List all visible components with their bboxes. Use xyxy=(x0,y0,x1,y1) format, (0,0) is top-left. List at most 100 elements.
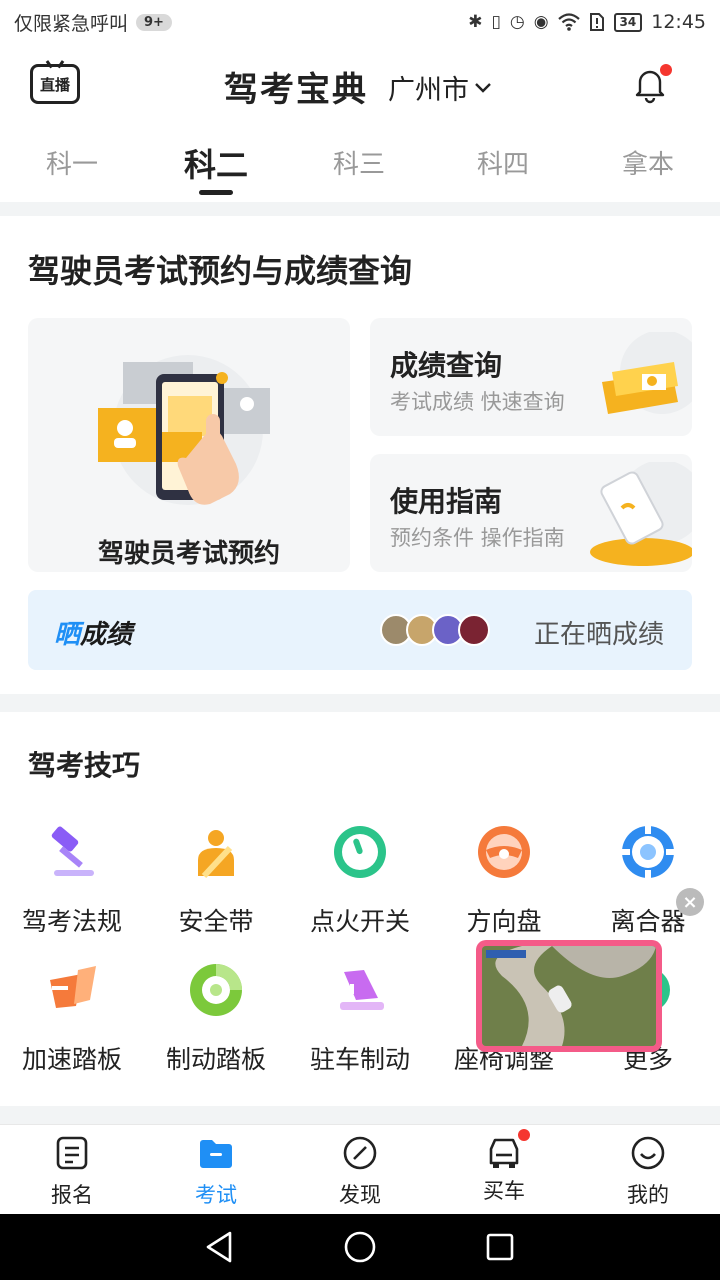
parking-brake-icon xyxy=(340,970,384,1010)
skill-label: 点火开关 xyxy=(309,907,410,936)
nav-label: 我的 xyxy=(627,1183,669,1207)
app-title: 驾考宝典 xyxy=(224,70,368,110)
eye-icon: ◉ xyxy=(533,12,549,32)
video-preview xyxy=(482,946,656,1046)
tab-subject-1[interactable]: 科一 xyxy=(46,144,98,181)
alarm-icon: ◷ xyxy=(509,12,525,32)
score-query-card[interactable]: 成绩查询 考试成绩 快速查询 xyxy=(370,318,692,436)
user-guide-card[interactable]: 使用指南 预约条件 操作指南 xyxy=(370,454,692,572)
phone-booking-illustration xyxy=(98,355,270,505)
live-label: 直播 xyxy=(39,75,70,94)
user-avatars xyxy=(380,614,490,646)
bluetooth-icon: ✱ xyxy=(468,12,483,32)
carrier-info: 仅限紧急呼叫 9+ xyxy=(14,9,172,36)
register-icon xyxy=(56,1136,88,1170)
skill-label: 制动踏板 xyxy=(165,1045,266,1074)
status-bar: 仅限紧急呼叫 9+ ✱ ▯ ◷ ◉ 34 12:45 xyxy=(0,0,720,44)
chevron-down-icon xyxy=(475,82,491,93)
skill-steering-wheel[interactable]: 方向盘 xyxy=(432,822,576,938)
skill-label: 驾考法规 xyxy=(21,907,122,936)
tab-subject-4[interactable]: 科四 xyxy=(477,144,529,181)
brake-icon xyxy=(190,964,242,1016)
nav-exam[interactable]: 考试 xyxy=(144,1135,288,1209)
city-label: 广州市 xyxy=(388,75,469,106)
system-navigation-bar xyxy=(0,1214,720,1280)
nav-profile[interactable]: 我的 xyxy=(576,1135,720,1209)
exam-icon xyxy=(200,1140,232,1168)
city-selector[interactable]: 广州市 xyxy=(388,68,493,107)
skill-parking-brake[interactable]: 驻车制动 xyxy=(288,960,432,1076)
vibrate-icon: ▯ xyxy=(491,12,501,32)
carrier-label: 仅限紧急呼叫 xyxy=(14,12,129,35)
user-guide-subtitle: 预约条件 操作指南 xyxy=(390,526,565,550)
ignition-icon xyxy=(334,826,386,878)
exam-booking-card[interactable]: 驾驶员考试预约 xyxy=(28,318,350,572)
tab-get-license[interactable]: 拿本 xyxy=(622,144,674,181)
subject-tabs: 科一 科二 科三 科四 拿本 xyxy=(0,124,720,202)
car-icon xyxy=(489,1138,519,1168)
exam-booking-label: 驾驶员考试预约 xyxy=(97,539,280,569)
notification-dot xyxy=(660,64,672,76)
status-icons: ✱ ▯ ◷ ◉ 34 12:45 xyxy=(468,11,706,33)
gavel-icon xyxy=(51,826,94,876)
score-query-title: 成绩查询 xyxy=(390,349,503,382)
skill-label: 方向盘 xyxy=(466,907,542,936)
close-float-video-button[interactable]: × xyxy=(676,888,704,916)
share-logo-dark: 成绩 xyxy=(80,620,133,650)
nav-label: 买车 xyxy=(483,1179,525,1203)
nav-register[interactable]: 报名 xyxy=(0,1135,144,1209)
bottom-nav: 报名 考试 发现 买车 我的 xyxy=(0,1124,720,1214)
notification-bell[interactable] xyxy=(630,64,672,104)
live-button[interactable]: 直播 xyxy=(30,64,80,104)
skill-label: 加速踏板 xyxy=(21,1045,122,1074)
accelerator-icon xyxy=(50,966,96,1008)
seatbelt-icon xyxy=(198,830,234,879)
car-icon-wrap xyxy=(486,1129,530,1171)
floating-live-video[interactable] xyxy=(476,940,662,1052)
buy-car-notification-dot xyxy=(518,1129,530,1141)
score-query-subtitle: 考试成绩 快速查询 xyxy=(390,390,565,414)
nav-label: 报名 xyxy=(51,1183,93,1207)
skill-clutch[interactable]: 离合器 xyxy=(576,822,720,938)
share-logo-blue: 晒 xyxy=(54,620,81,650)
notification-count-badge: 9+ xyxy=(136,13,172,31)
app-header: 直播 驾考宝典 广州市 xyxy=(0,44,720,124)
skill-label: 驻车制动 xyxy=(309,1045,410,1074)
tab-subject-3[interactable]: 科三 xyxy=(333,144,385,181)
share-score-logo: 晒成绩 xyxy=(54,614,132,651)
skills-title: 驾考技巧 xyxy=(28,749,141,782)
profile-icon xyxy=(631,1136,665,1170)
skill-driving-rules[interactable]: 驾考法规 xyxy=(0,822,144,938)
clock: 12:45 xyxy=(651,11,706,33)
avatar xyxy=(458,614,490,646)
nav-discover[interactable]: 发现 xyxy=(288,1135,432,1209)
clutch-icon xyxy=(620,824,676,880)
back-icon[interactable] xyxy=(200,1227,240,1267)
booking-section: 驾驶员考试预约与成绩查询 驾驶员考试预约 成绩查询 考试成绩 快速查询 使用指南… xyxy=(0,216,720,694)
skill-accelerator[interactable]: 加速踏板 xyxy=(0,960,144,1076)
recents-icon[interactable] xyxy=(480,1227,520,1267)
wifi-icon xyxy=(557,13,580,31)
score-card-illustration xyxy=(602,332,692,414)
share-score-text: 正在晒成绩 xyxy=(533,620,664,650)
aerial-road-thumbnail xyxy=(482,946,656,1046)
guide-phone-illustration xyxy=(590,462,692,566)
sim-alert-icon xyxy=(589,12,605,32)
nav-label: 考试 xyxy=(195,1183,237,1207)
battery-icon: 34 xyxy=(613,12,643,32)
skill-ignition[interactable]: 点火开关 xyxy=(288,822,432,938)
active-tab-indicator xyxy=(199,190,233,195)
skill-label: 安全带 xyxy=(178,907,254,936)
user-guide-title: 使用指南 xyxy=(390,485,503,518)
skill-seatbelt[interactable]: 安全带 xyxy=(144,822,288,938)
share-score-banner[interactable]: 晒成绩 正在晒成绩 xyxy=(28,590,692,670)
discover-icon xyxy=(343,1136,377,1170)
booking-section-title: 驾驶员考试预约与成绩查询 xyxy=(28,252,413,290)
home-icon[interactable] xyxy=(340,1227,380,1267)
close-icon: × xyxy=(682,891,698,913)
skill-brake[interactable]: 制动踏板 xyxy=(144,960,288,1076)
nav-buy-car[interactable]: 买车 xyxy=(432,1129,576,1205)
steering-wheel-icon xyxy=(478,826,530,878)
tab-subject-2[interactable]: 科二 xyxy=(184,140,248,186)
nav-label: 发现 xyxy=(339,1183,381,1207)
